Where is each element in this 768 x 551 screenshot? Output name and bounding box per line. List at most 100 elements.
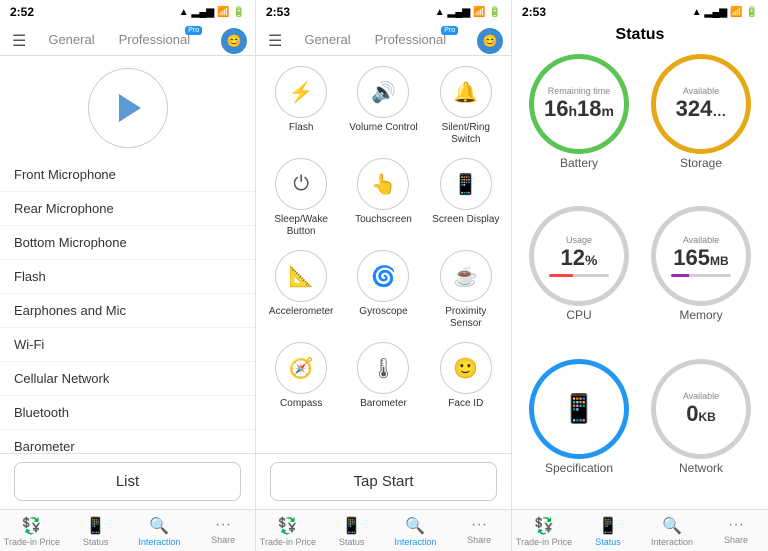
volume-label: Volume Control	[349, 122, 417, 134]
network-label-top: Available	[683, 391, 719, 401]
share-icon-2: ···	[471, 516, 487, 534]
nav-trade-label-1: Trade-in Price	[4, 537, 60, 547]
stat-storage[interactable]: Available 324… Storage	[644, 54, 758, 198]
play-circle[interactable]	[88, 68, 168, 148]
touchscreen-circle: 👆	[357, 158, 409, 210]
bottom-nav-1: 💱 Trade-in Price 📱 Status 🔍 Interaction …	[0, 509, 255, 551]
nav-status-1[interactable]: 📱 Status	[64, 514, 128, 549]
status-icons-1: ▲ ▂▄▆ 📶 🔋	[179, 7, 245, 18]
stat-battery[interactable]: Remaining time 16h18m Battery	[522, 54, 636, 198]
nav-interaction-1[interactable]: 🔍 Interaction	[128, 514, 192, 549]
icon-touchscreen[interactable]: 👆 Touchscreen	[347, 158, 419, 238]
list-item-wifi[interactable]: Wi-Fi	[0, 328, 255, 362]
list-item-front-mic[interactable]: Front Microphone	[0, 158, 255, 192]
icon-compass[interactable]: 🧭 Compass	[265, 342, 337, 410]
stat-cpu[interactable]: Usage 12% CPU	[522, 206, 636, 350]
nav-status-3[interactable]: 📱 Status	[576, 514, 640, 549]
list-item-flash[interactable]: Flash	[0, 260, 255, 294]
mem-bar	[671, 274, 731, 277]
sleep-label: Sleep/Wake Button	[265, 214, 337, 238]
nav-interaction-2[interactable]: 🔍 Interaction	[384, 514, 448, 549]
signal-icon-3: ▂▄▆	[705, 7, 727, 18]
tap-start-button[interactable]: Tap Start	[270, 462, 497, 501]
faceid-circle: 🙂	[440, 342, 492, 394]
status-icon-1: 📱	[86, 516, 106, 536]
memory-circle: Available 165MB	[651, 206, 751, 306]
storage-circle: Available 324…	[651, 54, 751, 154]
stat-memory[interactable]: Available 165MB Memory	[644, 206, 758, 350]
memory-label-top: Available	[683, 235, 719, 245]
cpu-label-bottom: CPU	[566, 308, 591, 322]
stat-spec[interactable]: 📱 Specification	[522, 359, 636, 503]
status-bar-3: 2:53 ▲ ▂▄▆ 📶 🔋	[512, 0, 768, 22]
faceid-label: Face ID	[448, 398, 483, 410]
barometer-label: Barometer	[360, 398, 407, 410]
status-bar-1: 2:52 ▲ ▂▄▆ 📶 🔋	[0, 0, 255, 22]
hamburger-menu-2[interactable]: ☰	[264, 27, 286, 55]
icon-silent[interactable]: 🔔 Silent/Ring Switch	[430, 66, 502, 146]
battery-label-top: Remaining time	[548, 86, 611, 96]
icon-display[interactable]: 📱 Screen Display	[430, 158, 502, 238]
icon-proximity[interactable]: ☕ Proximity Sensor	[430, 250, 502, 330]
avatar-2[interactable]: 😊	[477, 28, 503, 54]
tab-general-2[interactable]: General	[294, 26, 360, 55]
icon-faceid[interactable]: 🙂 Face ID	[430, 342, 502, 410]
list-item-bluetooth[interactable]: Bluetooth	[0, 396, 255, 430]
signal-icon-2: ▂▄▆	[448, 7, 470, 18]
stat-network[interactable]: Available 0KB Network	[644, 359, 758, 503]
storage-label-top: Available	[683, 86, 719, 96]
status-icons-2: ▲ ▂▄▆ 📶 🔋	[435, 7, 501, 18]
icon-gyro[interactable]: 🌀 Gyroscope	[347, 250, 419, 330]
spec-icon: 📱	[562, 392, 597, 425]
wifi-icon-3: 📶	[730, 7, 742, 18]
icon-accel[interactable]: 📐 Accelerometer	[265, 250, 337, 330]
cpu-label-top: Usage	[566, 235, 592, 245]
tab-bar-1: ☰ General Professional Pro 😊	[0, 22, 255, 56]
icon-barometer[interactable]: 🌡 Barometer	[347, 342, 419, 410]
icon-flash[interactable]: ⚡ Flash	[265, 66, 337, 146]
pro-badge-2: Pro	[441, 26, 458, 35]
panel-right: 2:53 ▲ ▂▄▆ 📶 🔋 Status Remaining time 16h…	[512, 0, 768, 551]
panel3-title: Status	[616, 22, 665, 49]
tab-bar-2: ☰ General Professional Pro 😊	[256, 22, 511, 56]
bottom-nav-2: 💱 Trade-in Price 📱 Status 🔍 Interaction …	[256, 509, 511, 551]
tab-general-1[interactable]: General	[38, 26, 104, 55]
share-icon-1: ···	[215, 516, 231, 534]
gyro-circle: 🌀	[357, 250, 409, 302]
battery-circle: Remaining time 16h18m	[529, 54, 629, 154]
nav-trade-3[interactable]: 💱 Trade-in Price	[512, 514, 576, 549]
status-bar-2: 2:53 ▲ ▂▄▆ 📶 🔋	[256, 0, 511, 22]
icon-grid: ⚡ Flash 🔊 Volume Control 🔔 Silent/Ring S…	[256, 56, 511, 453]
display-label: Screen Display	[432, 214, 499, 226]
avatar-1[interactable]: 😊	[221, 28, 247, 54]
wifi-icon-2: 📶	[473, 7, 485, 18]
trade-icon-1: 💱	[22, 516, 42, 536]
compass-circle: 🧭	[275, 342, 327, 394]
tab-professional-2[interactable]: Professional Pro	[365, 26, 457, 55]
icon-sleep[interactable]: ⏻ Sleep/Wake Button	[265, 158, 337, 238]
nav-share-2[interactable]: ··· Share	[447, 514, 511, 549]
location-icon: ▲	[179, 7, 189, 18]
list-button[interactable]: List	[14, 462, 241, 501]
list-item-barometer[interactable]: Barometer	[0, 430, 255, 453]
nav-trade-2[interactable]: 💱 Trade-in Price	[256, 514, 320, 549]
accel-label: Accelerometer	[269, 306, 333, 318]
network-circle: Available 0KB	[651, 359, 751, 459]
nav-status-2[interactable]: 📱 Status	[320, 514, 384, 549]
nav-interaction-3[interactable]: 🔍 Interaction	[640, 514, 704, 549]
list-item-bottom-mic[interactable]: Bottom Microphone	[0, 226, 255, 260]
accel-circle: 📐	[275, 250, 327, 302]
nav-trade-1[interactable]: 💱 Trade-in Price	[0, 514, 64, 549]
sensor-list: Front Microphone Rear Microphone Bottom …	[0, 158, 255, 453]
list-item-earphones[interactable]: Earphones and Mic	[0, 294, 255, 328]
interaction-icon-1: 🔍	[149, 516, 169, 536]
list-item-cellular[interactable]: Cellular Network	[0, 362, 255, 396]
icon-volume[interactable]: 🔊 Volume Control	[347, 66, 419, 146]
spec-label-bottom: Specification	[545, 461, 613, 475]
nav-share-3[interactable]: ··· Share	[704, 514, 768, 549]
list-item-rear-mic[interactable]: Rear Microphone	[0, 192, 255, 226]
hamburger-menu-1[interactable]: ☰	[8, 27, 30, 55]
tab-professional-1[interactable]: Professional Pro	[109, 26, 201, 55]
nav-share-1[interactable]: ··· Share	[191, 514, 255, 549]
play-container	[0, 56, 255, 158]
